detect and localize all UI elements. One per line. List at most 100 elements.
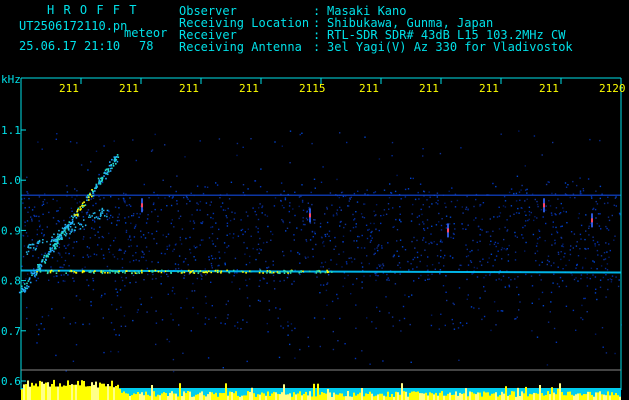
meteor-echo-dot <box>113 159 116 161</box>
noise-dot <box>157 197 160 199</box>
activity-bar <box>447 393 449 400</box>
noise-dot <box>428 278 431 280</box>
noise-dot <box>161 319 164 321</box>
noise-dot <box>479 260 481 263</box>
secondary-echo-dot <box>58 236 60 239</box>
activity-bar <box>359 392 361 400</box>
noise-dot <box>90 304 92 307</box>
noise-dot <box>573 278 576 281</box>
noise-dot <box>76 202 78 204</box>
noise-dot <box>531 302 533 304</box>
noise-dot <box>353 240 355 242</box>
noise-dot <box>259 268 261 270</box>
noise-dot <box>55 354 57 357</box>
meteor-echo-dot <box>79 209 82 211</box>
noise-dot <box>606 263 609 265</box>
noise-dot <box>498 228 501 230</box>
noise-dot <box>396 240 398 242</box>
secondary-echo-dot <box>95 216 98 218</box>
noise-dot <box>242 191 245 194</box>
noise-dot <box>115 288 117 290</box>
noise-dot <box>193 245 195 247</box>
noise-dot <box>56 210 58 212</box>
noise-dot <box>271 233 274 236</box>
noise-dot <box>333 248 335 250</box>
carrier-hotspot <box>287 272 289 274</box>
noise-dot <box>344 223 347 226</box>
noise-dot <box>189 220 191 222</box>
noise-dot <box>606 269 609 271</box>
noise-dot <box>360 247 363 249</box>
activity-bar <box>395 391 397 400</box>
noise-dot <box>381 247 383 249</box>
spectrogram-plot: kHz1.11.00.90.80.70.6211 211 211 211 2115 211… <box>1 73 626 400</box>
activity-bar <box>353 392 355 400</box>
noise-dot <box>173 226 175 228</box>
activity-bar <box>521 391 523 400</box>
noise-dot <box>189 200 191 202</box>
activity-bar <box>423 393 425 400</box>
activity-bar <box>445 395 447 400</box>
activity-bar <box>129 396 131 400</box>
noise-dot <box>570 245 572 247</box>
noise-dot <box>482 258 484 260</box>
noise-dot <box>81 211 83 213</box>
meteor-echo-dot <box>26 285 28 287</box>
activity-bar <box>59 383 61 400</box>
carrier-hotspot <box>232 269 235 272</box>
noise-dot <box>33 214 35 217</box>
noise-dot <box>24 225 26 227</box>
noise-dot <box>354 218 356 220</box>
activity-bar <box>283 384 285 400</box>
activity-bar <box>573 395 575 400</box>
noise-dot <box>227 314 229 316</box>
noise-dot <box>152 273 154 276</box>
noise-dot <box>259 279 261 282</box>
meteor-echo-dot <box>81 205 83 207</box>
noise-dot <box>596 298 598 301</box>
noise-dot <box>63 219 65 222</box>
noise-dot <box>166 205 168 207</box>
noise-dot <box>87 209 90 211</box>
secondary-echo-dot <box>92 212 95 215</box>
noise-dot <box>92 288 95 291</box>
meteor-echo-dot <box>33 272 35 275</box>
noise-dot <box>234 212 236 214</box>
noise-dot <box>349 197 351 199</box>
activity-bar <box>587 391 589 400</box>
meteor-echo-dot <box>105 168 108 171</box>
noise-dot <box>565 285 568 288</box>
activity-bar <box>469 391 471 400</box>
carrier-hotspot <box>210 271 212 274</box>
secondary-echo-dot <box>106 209 109 212</box>
noise-dot <box>375 274 377 276</box>
noise-dot <box>168 340 171 343</box>
noise-dot <box>605 242 607 244</box>
noise-dot <box>479 240 481 242</box>
noise-dot <box>361 266 364 268</box>
noise-dot <box>112 253 114 256</box>
noise-dot <box>358 236 361 238</box>
meteor-echo-dot <box>99 183 102 185</box>
noise-dot <box>420 274 422 277</box>
noise-dot <box>170 222 172 225</box>
activity-bar <box>365 393 367 400</box>
noise-dot <box>311 203 313 206</box>
noise-dot <box>66 185 68 187</box>
y-axis-label: kHz <box>1 73 21 86</box>
noise-dot <box>453 223 455 225</box>
noise-dot <box>133 236 136 238</box>
noise-dot <box>200 273 202 275</box>
activity-bar <box>265 395 267 400</box>
noise-dot <box>166 273 168 275</box>
noise-dot <box>351 261 353 263</box>
noise-dot <box>555 226 557 229</box>
meteor-echo-dot <box>117 156 120 158</box>
noise-dot <box>485 231 488 233</box>
noise-dot <box>113 328 115 331</box>
noise-dot <box>600 265 603 267</box>
noise-dot <box>122 197 125 200</box>
noise-dot <box>501 310 504 312</box>
noise-dot <box>177 263 180 266</box>
noise-dot <box>255 214 258 216</box>
